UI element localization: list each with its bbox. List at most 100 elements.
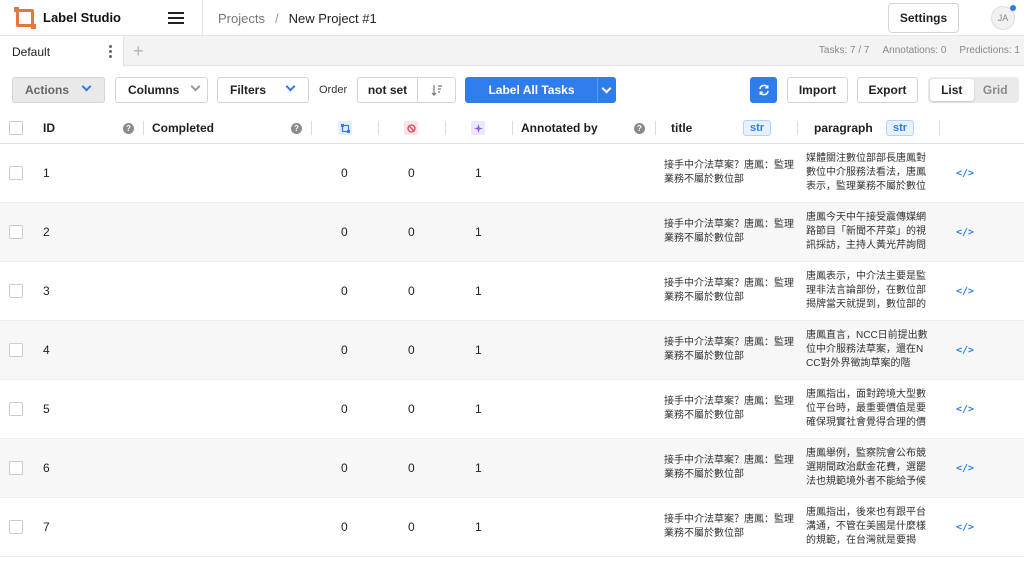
- task-id: 4: [43, 343, 50, 357]
- column-paragraph[interactable]: paragraph: [814, 112, 873, 144]
- table-row[interactable]: 6 0 0 1 接手中介法草案？唐鳳：監理業務不屬於數位部 唐鳳舉例，監察院會公…: [0, 439, 1024, 498]
- paragraph-value: 唐鳳今天中午接受震傳媒網路節目「新聞不芹菜」的視訊採訪，主持人黃光芹詢問: [806, 212, 926, 251]
- menu-icon[interactable]: [168, 11, 184, 24]
- title-value: 接手中介法草案？唐鳳：監理業務不屬於數位部: [664, 396, 794, 421]
- notification-dot-icon: [1010, 5, 1016, 11]
- table-row[interactable]: 2 0 0 1 接手中介法草案？唐鳳：監理業務不屬於數位部 唐鳳今天中午接受震傳…: [0, 203, 1024, 262]
- task-id: 7: [43, 520, 50, 534]
- order-control: not set: [357, 77, 456, 103]
- title-value: 接手中介法草案？唐鳳：監理業務不屬於數位部: [664, 160, 794, 185]
- total-annotations-value: 0: [341, 225, 348, 239]
- paragraph-value: 唐鳳舉例，監察院會公布競選期間政治獻金花費，選罷法也規範境外者不能給予候: [806, 448, 926, 487]
- breadcrumb: Projects / New Project #1: [202, 0, 377, 36]
- help-icon[interactable]: ?: [123, 112, 134, 144]
- filters-dropdown[interactable]: Filters: [217, 77, 309, 103]
- refresh-icon: [758, 84, 769, 96]
- column-paragraph-label: paragraph: [814, 121, 873, 135]
- help-icon[interactable]: ?: [291, 112, 302, 144]
- code-icon[interactable]: </>: [956, 522, 974, 533]
- row-checkbox[interactable]: [9, 402, 23, 416]
- task-id: 3: [43, 284, 50, 298]
- total-annotations-value: 0: [341, 520, 348, 534]
- column-title-label: title: [671, 121, 693, 135]
- label-all-tasks-label: Label All Tasks: [466, 78, 598, 102]
- row-checkbox[interactable]: [9, 461, 23, 475]
- title-value: 接手中介法草案？唐鳳：監理業務不屬於數位部: [664, 278, 794, 303]
- view-toggle: List Grid: [928, 77, 1019, 103]
- app-logo[interactable]: Label Studio: [0, 6, 160, 29]
- table-row[interactable]: 4 0 0 1 接手中介法草案？唐鳳：監理業務不屬於數位部 唐鳳直言，NCC日前…: [0, 321, 1024, 380]
- cancelled-value: 0: [408, 520, 415, 534]
- chevron-down-icon: [285, 81, 296, 92]
- order-label: Order: [319, 84, 348, 96]
- row-checkbox[interactable]: [9, 166, 23, 180]
- title-value: 接手中介法草案？唐鳳：監理業務不屬於數位部: [664, 455, 794, 480]
- column-title[interactable]: title: [671, 112, 692, 144]
- order-select[interactable]: not set: [358, 78, 418, 102]
- column-cancelled[interactable]: [404, 112, 418, 144]
- table-row[interactable]: 7 0 0 1 接手中介法草案？唐鳳：監理業務不屬於數位部 唐鳳指出，後來也有跟…: [0, 498, 1024, 557]
- predictions-count: Predictions: 1: [959, 45, 1020, 56]
- task-id: 1: [43, 166, 50, 180]
- row-checkbox[interactable]: [9, 284, 23, 298]
- help-icon[interactable]: ?: [634, 112, 645, 144]
- actions-label: Actions: [25, 83, 70, 97]
- list-view-button[interactable]: List: [930, 79, 974, 101]
- annotations-icon: [338, 121, 352, 135]
- chevron-down-icon[interactable]: [601, 83, 612, 93]
- refresh-button[interactable]: [750, 77, 777, 103]
- actions-dropdown[interactable]: Actions: [12, 77, 105, 103]
- column-completed[interactable]: Completed: [152, 112, 214, 144]
- sort-direction-icon[interactable]: [418, 84, 455, 96]
- add-tab-icon[interactable]: +: [133, 41, 144, 62]
- tab-options-icon[interactable]: [109, 45, 112, 58]
- chevron-down-icon: [81, 81, 92, 92]
- label-all-tasks-button[interactable]: Label All Tasks: [465, 77, 616, 103]
- code-icon[interactable]: </>: [956, 286, 974, 297]
- tab-default-label: Default: [12, 44, 51, 59]
- import-button[interactable]: Import: [787, 77, 848, 103]
- settings-button[interactable]: Settings: [888, 3, 959, 33]
- filters-label: Filters: [230, 83, 267, 97]
- table-body: 1 0 0 1 接手中介法草案？唐鳳：監理業務不屬於數位部 媒體關注數位部部長唐…: [0, 144, 1024, 557]
- cancelled-value: 0: [408, 461, 415, 475]
- column-predictions[interactable]: [471, 112, 485, 144]
- cancelled-value: 0: [408, 284, 415, 298]
- avatar[interactable]: JA: [991, 5, 1016, 30]
- label-studio-logo-icon: [14, 6, 36, 29]
- breadcrumb-projects-link[interactable]: Projects: [218, 11, 265, 26]
- columns-dropdown[interactable]: Columns: [115, 77, 208, 103]
- project-stats: Tasks: 7 / 7 Annotations: 0 Predictions:…: [819, 45, 1020, 56]
- column-id[interactable]: ID: [43, 112, 55, 144]
- table-row[interactable]: 5 0 0 1 接手中介法草案？唐鳳：監理業務不屬於數位部 唐鳳指出，面對跨境大…: [0, 380, 1024, 439]
- table-row[interactable]: 3 0 0 1 接手中介法草案？唐鳳：監理業務不屬於數位部 唐鳳表示，中介法主要…: [0, 262, 1024, 321]
- table-row[interactable]: 1 0 0 1 接手中介法草案？唐鳳：監理業務不屬於數位部 媒體關注數位部部長唐…: [0, 144, 1024, 203]
- table-header: ID ? Completed ? Annotated by ? title st…: [0, 112, 1024, 144]
- cancelled-value: 0: [408, 343, 415, 357]
- code-icon[interactable]: </>: [956, 345, 974, 356]
- select-all-cell: [9, 112, 23, 144]
- code-icon[interactable]: </>: [956, 404, 974, 415]
- row-checkbox[interactable]: [9, 520, 23, 534]
- tasks-count: Tasks: 7 / 7: [818, 45, 870, 56]
- avatar-initials: JA: [997, 13, 1009, 23]
- row-checkbox[interactable]: [9, 343, 23, 357]
- type-badge: str: [886, 112, 915, 144]
- grid-view-button[interactable]: Grid: [974, 79, 1018, 101]
- top-bar: Label Studio Projects / New Project #1 S…: [0, 0, 1024, 36]
- code-icon[interactable]: </>: [956, 227, 974, 238]
- tab-default[interactable]: Default: [0, 36, 124, 67]
- paragraph-value: 唐鳳直言，NCC日前提出數位中介服務法草案，還在NCC對外界徵詢草案的階: [806, 330, 928, 369]
- toolbar: Actions Columns Filters Order not set La…: [0, 66, 1024, 112]
- paragraph-value: 唐鳳指出，後來也有跟平台溝通，不管在美國是什麼樣的規範，在台灣就是要揭: [806, 507, 926, 546]
- total-annotations-value: 0: [341, 166, 348, 180]
- column-total-annotations[interactable]: [338, 112, 352, 144]
- code-icon[interactable]: </>: [956, 168, 974, 179]
- code-icon[interactable]: </>: [956, 463, 974, 474]
- column-annotated-by-label: Annotated by: [521, 121, 598, 135]
- select-all-checkbox[interactable]: [9, 121, 23, 135]
- predictions-value: 1: [475, 284, 482, 298]
- row-checkbox[interactable]: [9, 225, 23, 239]
- export-button[interactable]: Export: [857, 77, 918, 103]
- column-annotated-by[interactable]: Annotated by: [521, 112, 598, 144]
